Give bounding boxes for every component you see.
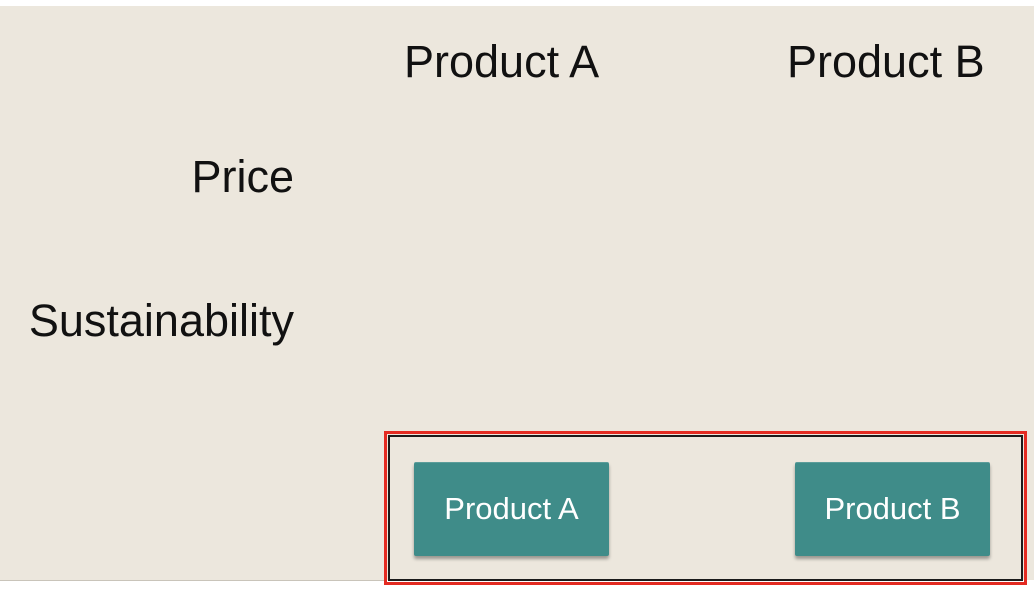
choose-product-a-button[interactable]: Product A [414, 462, 609, 556]
row-label-sustainability: Sustainability [28, 295, 294, 346]
column-header-product-a: Product A [404, 36, 600, 87]
row-label-price: Price [191, 151, 294, 202]
choose-product-b-button[interactable]: Product B [795, 462, 990, 556]
divider-line [0, 580, 384, 581]
column-header-product-b: Product B [787, 36, 985, 87]
